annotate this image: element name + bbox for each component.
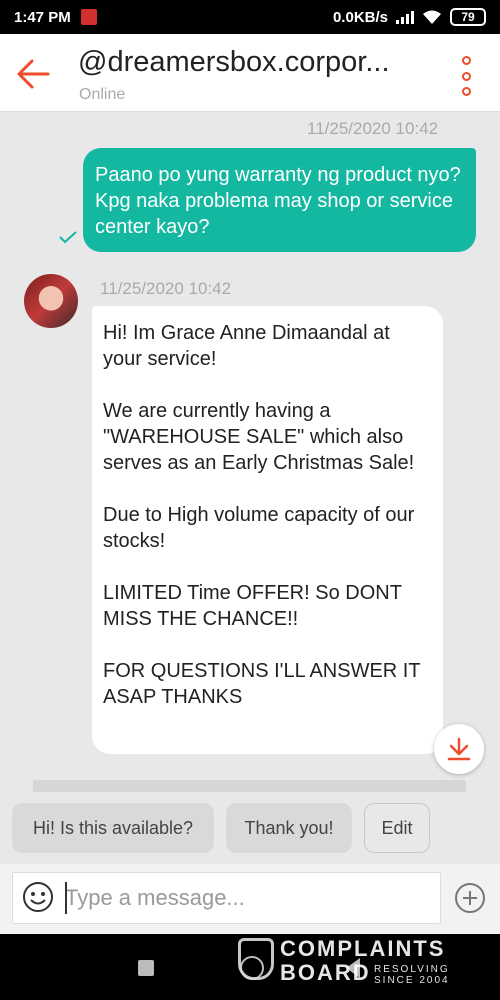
download-arrow-icon bbox=[447, 737, 471, 761]
watermark-logo: COMPLAINTS BOARD RESOLVING SINCE 2004 bbox=[238, 936, 468, 986]
incoming-timestamp: 11/25/2020 10:42 bbox=[100, 279, 232, 298]
shield-icon bbox=[238, 938, 274, 980]
more-options-icon[interactable] bbox=[452, 56, 480, 96]
status-bar: 1:47 PM 0.0KB/s 79 bbox=[0, 0, 500, 34]
message-paragraph: LIMITED Time OFFER! So DONT MISS THE CHA… bbox=[103, 582, 402, 630]
battery-icon: 79 bbox=[450, 8, 486, 26]
add-attachment-icon[interactable] bbox=[454, 882, 486, 914]
wifi-icon bbox=[423, 10, 441, 24]
status-right: 0.0KB/s 79 bbox=[333, 8, 486, 26]
network-speed: 0.0KB/s bbox=[332, 8, 388, 26]
quick-reply-available[interactable]: Hi! Is this available? bbox=[12, 803, 214, 853]
incoming-message-bubble[interactable]: Hi! Im Grace Anne Dimaandal at your serv… bbox=[92, 306, 443, 754]
quick-reply-thank-you[interactable]: Thank you! bbox=[226, 803, 352, 853]
message-paragraph: We are currently having a "WAREHOUSE SAL… bbox=[103, 400, 415, 474]
horizontal-scrollbar[interactable] bbox=[33, 780, 466, 792]
chat-header: @dreamersbox.corpor... Online bbox=[0, 34, 500, 112]
signal-icon bbox=[396, 10, 414, 24]
quick-reply-edit-button[interactable]: Edit bbox=[364, 803, 430, 853]
read-check-icon bbox=[59, 231, 77, 244]
recent-apps-icon[interactable] bbox=[138, 960, 154, 976]
watermark-tagline-2: SINCE 2004 bbox=[374, 975, 450, 986]
chat-title: @dreamersbox.corpor... bbox=[78, 46, 390, 78]
message-paragraph: FOR QUESTIONS I'LL ANSWER IT ASAP THANKS bbox=[103, 660, 421, 708]
online-status: Online bbox=[79, 86, 126, 103]
watermark-brand-line2: BOARD bbox=[280, 960, 371, 985]
watermark-brand-line1: COMPLAINTS bbox=[280, 936, 446, 961]
back-arrow-icon[interactable] bbox=[14, 54, 54, 94]
notification-icon bbox=[80, 9, 97, 25]
message-composer bbox=[0, 864, 500, 934]
emoji-icon[interactable] bbox=[22, 881, 54, 913]
outgoing-message-bubble[interactable]: Paano po yung warranty ng product nyo? K… bbox=[83, 148, 476, 252]
avatar[interactable] bbox=[24, 274, 78, 328]
status-left: 1:47 PM bbox=[14, 9, 97, 26]
message-paragraph: Due to High volume capacity of our stock… bbox=[103, 504, 415, 552]
text-caret bbox=[65, 882, 67, 914]
outgoing-timestamp: 11/25/2020 10:42 bbox=[307, 119, 439, 138]
status-time: 1:47 PM bbox=[14, 8, 71, 26]
navigation-bar: COMPLAINTS BOARD RESOLVING SINCE 2004 bbox=[0, 934, 500, 1000]
message-input[interactable] bbox=[12, 872, 441, 924]
scroll-to-bottom-button[interactable] bbox=[434, 724, 484, 774]
message-paragraph: Hi! Im Grace Anne Dimaandal at your serv… bbox=[103, 322, 390, 370]
